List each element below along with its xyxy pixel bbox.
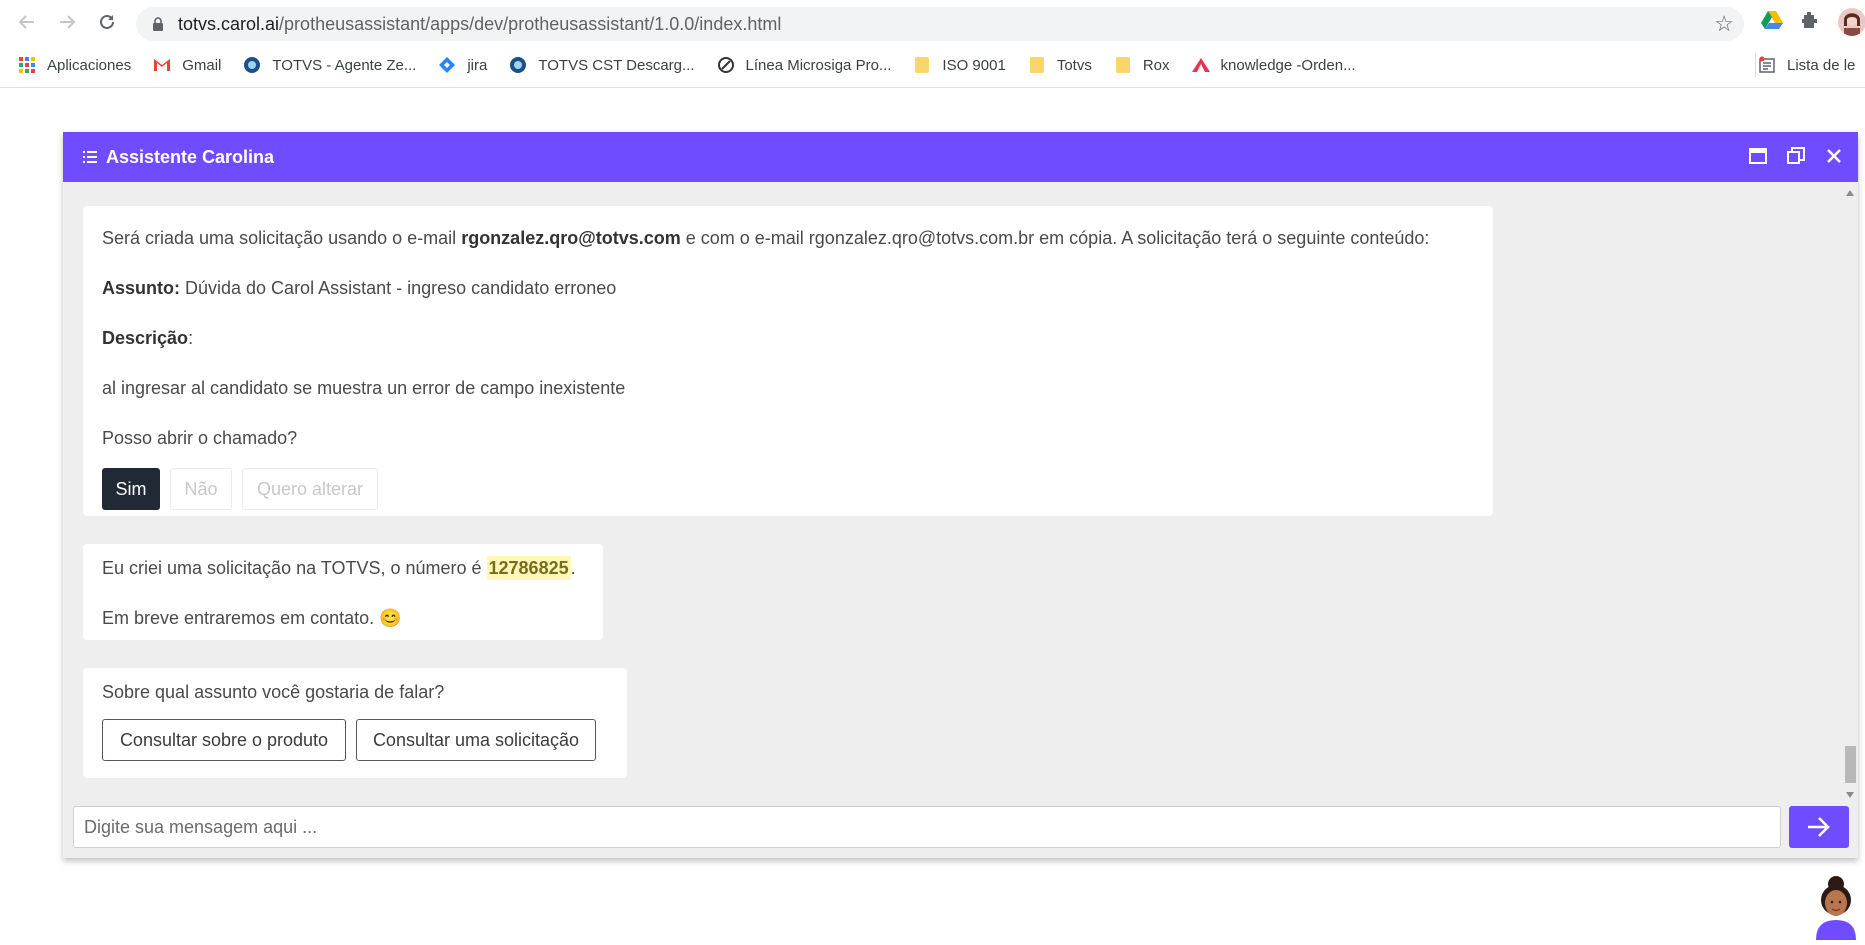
chat-title: Assistente Carolina	[106, 146, 275, 167]
contact-line: Em breve entraremos em contato. 😊	[102, 608, 402, 628]
scroll-up-icon	[1846, 190, 1854, 196]
chat-scrollbar[interactable]	[1842, 190, 1858, 800]
message-intro: Será criada uma solicitação usando o e-m…	[102, 228, 1430, 248]
message-subject: Assunto: Dúvida do Carol Assistant - ing…	[102, 278, 617, 298]
folder-icon	[1114, 56, 1132, 74]
scroll-down-icon	[1846, 792, 1854, 798]
bookmark-linea-microsiga[interactable]: Línea Microsiga Pro...	[717, 56, 891, 74]
reading-list[interactable]: Lista de le	[1758, 56, 1855, 74]
address-bar[interactable]: totvs.carol.ai/protheusassistant/apps/de…	[136, 7, 1744, 41]
bot-message-topic: Sobre qual assunto você gostaria de fala…	[83, 668, 627, 778]
bookmark-jira[interactable]: jira	[438, 56, 487, 74]
message-input[interactable]: Digite sua mensagem aqui ...	[73, 806, 1781, 848]
bookmarks-bar: Aplicaciones Gmail TOTVS - Agente Ze... …	[0, 49, 1865, 81]
smile-emoji-icon: 😊	[379, 608, 402, 628]
yes-button[interactable]: Sim	[102, 468, 160, 510]
browser-toolbar: totvs.carol.ai/protheusassistant/apps/de…	[0, 0, 1865, 42]
jira-icon	[438, 56, 456, 74]
send-button[interactable]	[1789, 806, 1849, 848]
bookmark-rox[interactable]: Rox	[1114, 56, 1170, 74]
globe-icon	[243, 56, 261, 74]
globe-icon	[717, 56, 735, 74]
chrome-divider	[0, 87, 1865, 88]
close-icon[interactable]	[1824, 146, 1844, 166]
bookmark-totvs[interactable]: Totvs	[1028, 56, 1092, 74]
message-input-placeholder: Digite sua mensagem aqui ...	[84, 816, 318, 837]
knowledge-icon	[1191, 56, 1210, 74]
forward-icon[interactable]	[54, 9, 80, 35]
message-description-label: Descrição:	[102, 328, 194, 348]
bot-message-ticket-created: Eu criei uma solicitação na TOTVS, o núm…	[83, 544, 603, 640]
apps-grid-icon	[18, 56, 36, 74]
assistant-avatar[interactable]	[1810, 874, 1862, 940]
chat-header: Assistente Carolina	[63, 132, 1858, 182]
message-question: Posso abrir o chamado?	[102, 428, 298, 448]
ticket-number: 12786825	[486, 556, 571, 580]
folder-icon	[1028, 56, 1046, 74]
profile-avatar[interactable]	[1838, 8, 1865, 36]
menu-list-icon[interactable]	[83, 151, 97, 163]
bookmark-knowledge[interactable]: knowledge -Orden...	[1191, 56, 1356, 74]
bot-message-confirmation: Será criada uma solicitação usando o e-m…	[83, 206, 1493, 516]
reading-list-icon	[1758, 56, 1776, 74]
email-bold: rgonzalez.qro@totvs.com	[461, 228, 681, 248]
back-icon[interactable]	[14, 9, 40, 35]
bookmark-iso-9001[interactable]: ISO 9001	[913, 56, 1006, 74]
maximize-icon[interactable]	[1748, 146, 1768, 166]
gmail-icon	[153, 56, 171, 74]
consult-request-button[interactable]: Consultar uma solicitação	[356, 719, 596, 761]
no-button[interactable]: Não	[170, 468, 232, 510]
folder-icon	[913, 56, 931, 74]
chat-window: Assistente Carolina Será criada uma soli…	[63, 132, 1858, 858]
restore-window-icon[interactable]	[1786, 146, 1806, 166]
arrow-right-icon	[1806, 816, 1832, 838]
message-description-value: al ingresar al candidato se muestra un e…	[102, 378, 626, 398]
globe-icon	[509, 56, 527, 74]
change-button[interactable]: Quero alterar	[242, 468, 378, 510]
topic-question: Sobre qual assunto você gostaria de fala…	[102, 682, 445, 702]
bookmarks-divider	[1755, 53, 1756, 77]
url-text: totvs.carol.ai/protheusassistant/apps/de…	[178, 13, 782, 34]
consult-product-button[interactable]: Consultar sobre o produto	[102, 719, 346, 761]
bookmark-aplicaciones[interactable]: Aplicaciones	[18, 56, 131, 74]
extensions-icon[interactable]	[1800, 10, 1824, 34]
bookmark-totvs-cst[interactable]: TOTVS CST Descarg...	[509, 56, 695, 74]
bookmark-gmail[interactable]: Gmail	[153, 56, 221, 74]
google-drive-icon[interactable]	[1761, 10, 1785, 34]
scrollbar-thumb[interactable]	[1845, 746, 1856, 783]
ticket-line: Eu criei uma solicitação na TOTVS, o núm…	[102, 556, 576, 580]
bookmark-star-icon[interactable]: ☆	[1714, 11, 1734, 37]
reload-icon[interactable]	[94, 9, 120, 35]
bookmark-totvs-agente[interactable]: TOTVS - Agente Ze...	[243, 56, 416, 74]
lock-icon	[152, 17, 164, 31]
